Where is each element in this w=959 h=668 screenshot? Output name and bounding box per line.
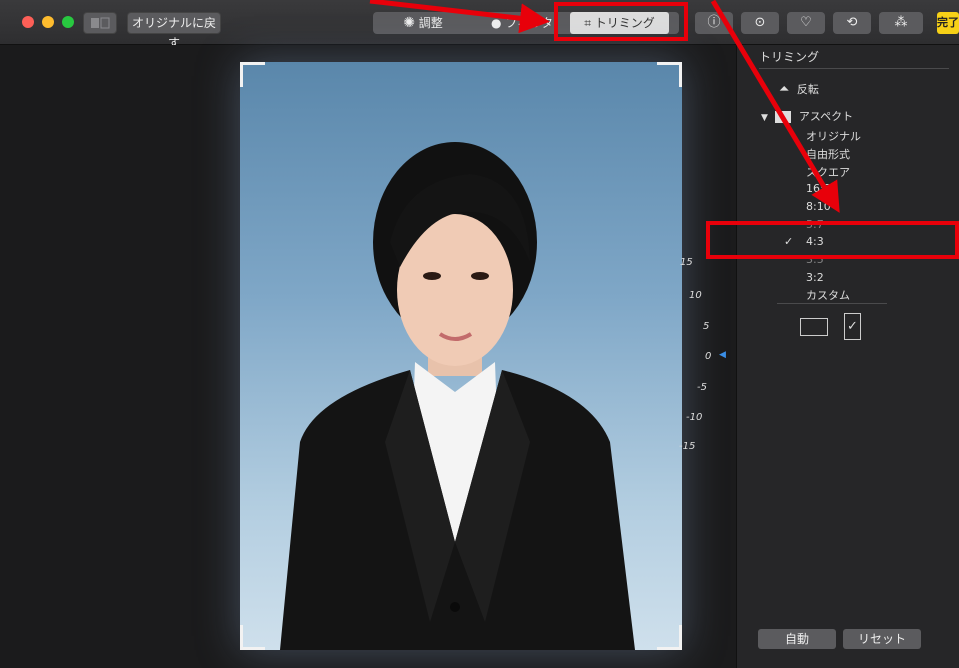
arrow-to-aspect-option xyxy=(710,0,840,213)
arrow-to-crop-tab xyxy=(369,0,550,34)
annotation-arrows xyxy=(369,0,840,213)
